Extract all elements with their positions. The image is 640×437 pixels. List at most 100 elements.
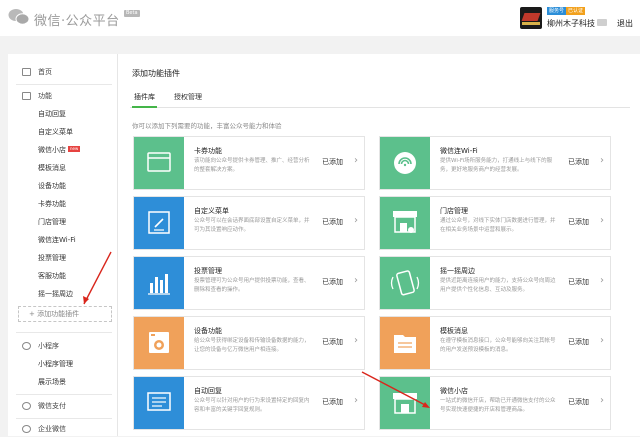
account-name[interactable]: 柳州木子科技 — [547, 18, 595, 29]
sidebar-section-label: 功能 — [38, 92, 52, 100]
sidebar-item-mini-program-manage[interactable]: 小程序管理 — [8, 356, 118, 372]
sidebar-item-home[interactable]: 首页 — [8, 64, 118, 80]
plugin-desc: 公众号可以针对用户的行为来设置特定的回复内容和丰富的关键字回复规则。 — [194, 398, 310, 413]
sidebar-item-votes[interactable]: 投票管理 — [8, 250, 118, 266]
sidebar-item-display-scene[interactable]: 展示场景 — [8, 374, 118, 390]
plugin-status: 已添加 — [322, 158, 343, 166]
mail-icon[interactable] — [597, 19, 607, 26]
home-icon — [22, 68, 31, 76]
plugin-status: 已添加 — [568, 218, 589, 226]
sidebar-item-label: 微信小店 — [38, 146, 66, 154]
pay-icon — [22, 402, 31, 410]
sidebar: 首页 功能 自动回复 自定义菜单 微信小店 new 模板消息 设备功能 卡券功能 … — [8, 54, 118, 436]
divider — [16, 418, 112, 419]
plugin-name: 摇一摇周边 — [440, 267, 475, 275]
plugin-card-votes[interactable]: 投票管理 投票管理可为公众号用户提供投票功能，查看、删除和查看的操作。 已添加 … — [133, 256, 365, 310]
tab-plugin-library[interactable]: 插件库 — [132, 90, 157, 108]
grid-icon — [22, 92, 31, 100]
intro-text: 你可以添加下列需要的功能，丰富公众号能力和体验 — [132, 122, 282, 130]
chevron-right-icon: › — [600, 395, 604, 406]
chevron-right-icon: › — [354, 155, 358, 166]
card-icon — [134, 137, 184, 189]
sidebar-section-enterprise[interactable]: 企业微信 — [8, 421, 118, 437]
sidebar-item-coupons[interactable]: 卡券功能 — [8, 196, 118, 212]
plugin-status: 已添加 — [568, 278, 589, 286]
device-icon — [134, 317, 184, 369]
divider — [16, 84, 112, 85]
plugin-name: 微信连Wi-Fi — [440, 147, 478, 155]
plugin-desc: 一站式的微信开店，帮助已开通微信支付的公众号实现快速便捷的开店和管理商品。 — [440, 398, 556, 413]
plugin-status: 已添加 — [568, 158, 589, 166]
chevron-right-icon: › — [600, 215, 604, 226]
plugin-desc: 提供Wi-Fi场所服务能力，打通线上与线下的服务，更好地服务商户的经营发展。 — [440, 158, 553, 173]
plugin-name: 微信小店 — [440, 387, 468, 395]
template-icon — [380, 317, 430, 369]
plugin-desc: 该功能向公众号提供卡券管理、推广、经营分析的整套解决方案。 — [194, 158, 310, 173]
plugin-name: 设备功能 — [194, 327, 222, 335]
plugin-desc: 给公众号获得绑定设备和传输设备数据的能力，让您的设备与亿万微信用户相连接。 — [194, 338, 310, 353]
plugin-card-auto-reply[interactable]: 自动回复 公众号可以针对用户的行为来设置特定的回复内容和丰富的关键字回复规则。 … — [133, 376, 365, 430]
sidebar-section-label: 微信支付 — [38, 402, 66, 410]
plugin-card-custom-menu[interactable]: 自定义菜单 公众号可以在会话界面底部设置自定义菜单，并可为其设置响应动作。 已添… — [133, 196, 365, 250]
edit-icon — [134, 197, 184, 249]
plugin-name: 自定义菜单 — [194, 207, 229, 215]
sidebar-item-shake[interactable]: 摇一摇周边 — [8, 286, 118, 302]
logout-link[interactable]: 退出 — [617, 18, 633, 29]
sidebar-item-customer-service[interactable]: 客服功能 — [8, 268, 118, 284]
sidebar-item-label: 首页 — [38, 68, 52, 76]
plugin-status: 已添加 — [568, 338, 589, 346]
plugin-name: 模板消息 — [440, 327, 468, 335]
sidebar-item-wechat-shop[interactable]: 微信小店 new — [8, 142, 118, 158]
main-panel: 添加功能插件 插件库 授权管理 你可以添加下列需要的功能，丰富公众号能力和体验 … — [118, 54, 640, 436]
plugin-desc: 在遵守模板消息接口，公众号能够向关注其帐号的用户发送预设模板的消息。 — [440, 338, 556, 353]
bar-chart-icon — [134, 257, 184, 309]
enterprise-icon — [22, 425, 31, 433]
sidebar-item-device[interactable]: 设备功能 — [8, 178, 118, 194]
tab-bar: 插件库 授权管理 — [130, 90, 630, 108]
shake-icon — [380, 257, 430, 309]
plugin-card-shake[interactable]: 摇一摇周边 提供近距离连接用户的能力，支持公众号向周边用户提供个性化信息、互动及… — [379, 256, 611, 310]
plugin-name: 自动回复 — [194, 387, 222, 395]
chevron-right-icon: › — [354, 395, 358, 406]
avatar[interactable] — [520, 7, 542, 29]
tab-authorization[interactable]: 授权管理 — [172, 90, 204, 108]
plugin-card-coupons[interactable]: 卡券功能 该功能向公众号提供卡券管理、推广、经营分析的整套解决方案。 已添加 › — [133, 136, 365, 190]
chevron-right-icon: › — [600, 275, 604, 286]
plugin-status: 已添加 — [322, 338, 343, 346]
plugin-card-wifi[interactable]: 微信连Wi-Fi 提供Wi-Fi场所服务能力，打通线上与线下的服务，更好地服务商… — [379, 136, 611, 190]
wifi-icon — [380, 137, 430, 189]
brand-title: 微信·公众平台 — [34, 14, 120, 29]
plugin-status: 已添加 — [322, 398, 343, 406]
plugin-status: 已添加 — [322, 218, 343, 226]
plugin-status: 已添加 — [322, 278, 343, 286]
sidebar-item-auto-reply[interactable]: 自动回复 — [8, 106, 118, 122]
plugin-card-stores[interactable]: 门店管理 通过公众号，对线下实体门店数据进行管理，并在相关业务场景中运营和展示。… — [379, 196, 611, 250]
verified-badge: 已认证 — [566, 7, 586, 15]
mini-program-icon — [22, 342, 31, 350]
plugin-card-device[interactable]: 设备功能 给公众号获得绑定设备和传输设备数据的能力，让您的设备与亿万微信用户相连… — [133, 316, 365, 370]
plugin-name: 投票管理 — [194, 267, 222, 275]
plugin-desc: 投票管理可为公众号用户提供投票功能，查看、删除和查看的操作。 — [194, 278, 310, 293]
top-bar: 微信·公众平台 Beta 服务号 已认证 柳州木子科技 退出 — [0, 0, 640, 36]
store-icon — [380, 197, 430, 249]
divider — [16, 332, 112, 333]
plugin-card-wechat-shop[interactable]: 微信小店 一站式的微信开店，帮助已开通微信支付的公众号实现快速便捷的开店和管理商… — [379, 376, 611, 430]
chevron-right-icon: › — [354, 335, 358, 346]
divider — [16, 394, 112, 395]
add-plugin-button[interactable]: + 添加功能插件 — [18, 306, 112, 322]
sidebar-section-wechat-pay[interactable]: 微信支付 — [8, 398, 118, 414]
sidebar-item-custom-menu[interactable]: 自定义菜单 — [8, 124, 118, 140]
page-title: 添加功能插件 — [132, 69, 180, 78]
chevron-right-icon: › — [600, 155, 604, 166]
sidebar-section-features[interactable]: 功能 — [8, 88, 118, 104]
plugin-status: 已添加 — [568, 398, 589, 406]
sidebar-item-stores[interactable]: 门店管理 — [8, 214, 118, 230]
sidebar-item-template-message[interactable]: 模板消息 — [8, 160, 118, 176]
plugin-name: 卡券功能 — [194, 147, 222, 155]
account-type-badge: 服务号 — [547, 7, 567, 15]
sidebar-item-wifi[interactable]: 微信连Wi-Fi — [8, 232, 118, 248]
plugin-card-template-message[interactable]: 模板消息 在遵守模板消息接口，公众号能够向关注其帐号的用户发送预设模板的消息。 … — [379, 316, 611, 370]
plugin-desc: 公众号可以在会话界面底部设置自定义菜单，并可为其设置响应动作。 — [194, 218, 310, 233]
sidebar-section-mini-program[interactable]: 小程序 — [8, 338, 118, 354]
plugin-name: 门店管理 — [440, 207, 468, 215]
